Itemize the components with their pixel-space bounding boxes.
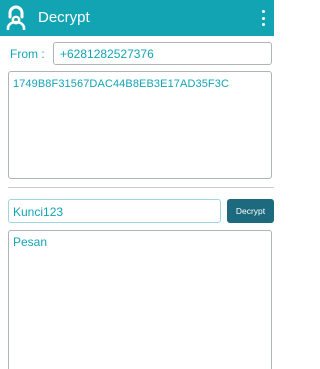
key-input[interactable]: Kunci123	[8, 199, 221, 223]
sender-field[interactable]: +6281282527376	[53, 42, 272, 65]
overflow-menu-icon[interactable]	[260, 10, 266, 26]
app-bar: Decrypt	[0, 0, 274, 36]
from-label: From :	[10, 47, 45, 61]
ciphertext-field[interactable]: 1749B8F31567DAC44B8EB3E17AD35F3C	[8, 71, 272, 179]
decrypt-button[interactable]: Decrypt	[227, 199, 274, 223]
message-output[interactable]: Pesan	[8, 230, 272, 369]
page-title: Decrypt	[38, 9, 90, 26]
divider	[8, 187, 274, 188]
lock-person-icon	[6, 5, 26, 30]
